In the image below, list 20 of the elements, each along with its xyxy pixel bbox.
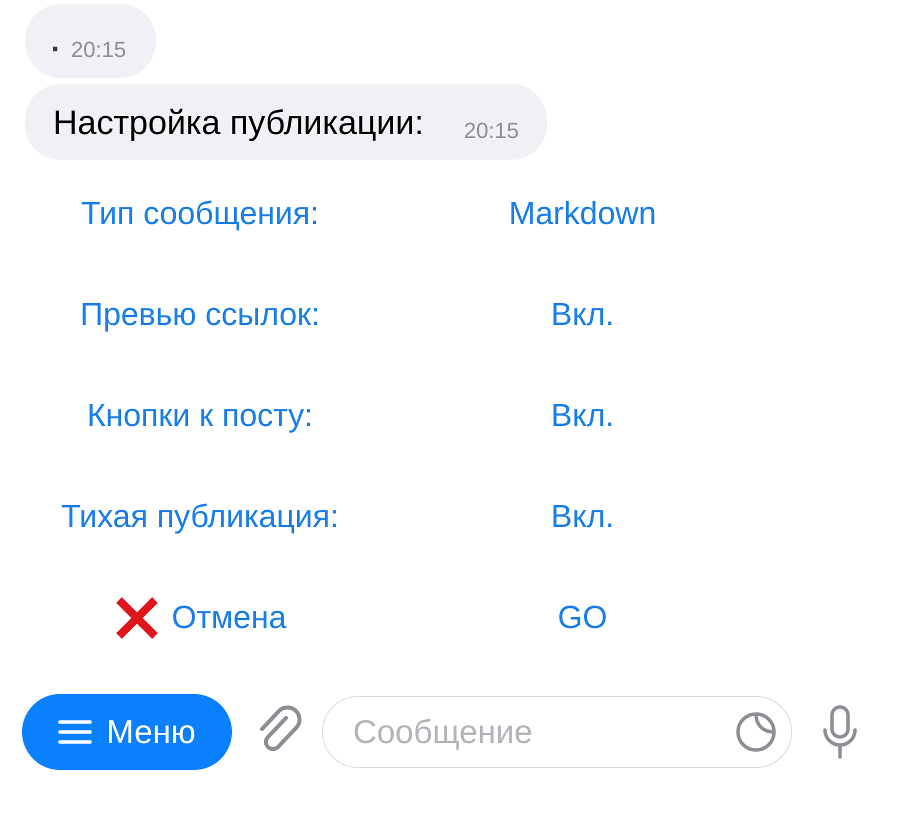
keyboard-button[interactable]: Вкл. (550, 386, 614, 446)
keyboard-button[interactable]: Тихая публикация: (61, 486, 339, 546)
keyboard-button[interactable]: Вкл. (550, 486, 614, 546)
cross-icon (114, 594, 160, 640)
message-input[interactable]: Сообщение (322, 696, 792, 768)
sticker-icon[interactable] (734, 710, 778, 754)
dot-marker: · (51, 33, 61, 67)
message-text: Настройка публикации: (53, 103, 424, 144)
keyboard-button[interactable]: Вкл. (550, 284, 614, 344)
keyboard-button[interactable]: Тип сообщения: (80, 184, 320, 244)
keyboard-button[interactable]: Markdown (508, 184, 656, 244)
keyboard-button[interactable]: Кнопки к посту: (86, 386, 314, 446)
keyboard-button[interactable]: GO (558, 588, 608, 648)
menu-icon (58, 719, 92, 745)
message-time: 20:15 (71, 37, 126, 63)
message-time: 20:15 (464, 118, 519, 144)
keyboard-button[interactable]: Превью ссылок: (80, 284, 320, 344)
microphone-icon[interactable] (822, 704, 858, 760)
menu-button[interactable]: Меню (22, 694, 232, 770)
cancel-button[interactable]: Отмена (114, 588, 286, 648)
